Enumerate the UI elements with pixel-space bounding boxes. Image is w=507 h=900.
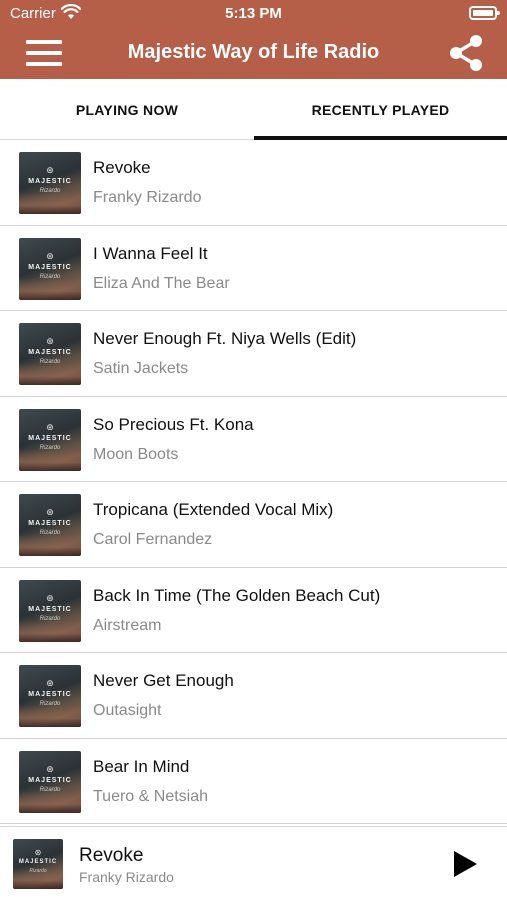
album-artwork: ⊛MAJESTICRizardo xyxy=(13,839,63,889)
track-artist: Eliza And The Bear xyxy=(93,274,230,292)
track-artist: Satin Jackets xyxy=(93,360,189,377)
track-artist: Airstream xyxy=(93,616,162,634)
track-artist: Carol Fernandez xyxy=(93,531,213,548)
tab-recently-played[interactable]: RECENTLY PLAYED xyxy=(254,79,507,140)
battery-icon xyxy=(469,6,500,20)
album-artwork: ⊛MAJESTICRizardo xyxy=(19,152,81,214)
artwork-brand: MAJESTIC xyxy=(28,178,72,185)
now-playing-bar[interactable]: ⊛MAJESTICRizardo Revoke Franky Rizardo xyxy=(0,826,507,900)
artwork-brand: MAJESTIC xyxy=(18,859,58,865)
list-item[interactable]: ⊛ MAJESTIC Rizardo I Wanna Feel It Eliza A… xyxy=(0,225,507,311)
track-title: So Precious Ft. Kona xyxy=(93,414,254,434)
artwork-brand: MAJESTIC xyxy=(28,776,72,784)
track-title: Back In Time (The Golden Beach Cut) xyxy=(93,585,381,605)
status-bar: Carrier 5:13 PM xyxy=(0,0,507,28)
menu-line xyxy=(26,51,62,55)
track-title: Bear In Mind xyxy=(93,756,190,776)
track-title: Revoke xyxy=(93,158,151,177)
tab-bar: PLAYING NOW RECENTLY PLAYED xyxy=(0,79,507,140)
share-icon[interactable] xyxy=(447,34,485,72)
status-time: 5:13 PM xyxy=(225,5,282,22)
list-item[interactable]: ⊛ MAJESTIC Rizardo Back In Time (The Golde… xyxy=(0,567,507,653)
artwork-brand: MAJESTIC xyxy=(28,263,72,271)
play-icon[interactable] xyxy=(452,850,478,878)
app-header: Carrier 5:13 PM Majestic Way of Life Rad… xyxy=(0,0,507,79)
album-artwork: ⊛MAJESTICRizardo xyxy=(19,237,81,300)
album-artwork: ⊛MAJESTICRizardo xyxy=(19,494,81,556)
menu-line xyxy=(26,62,62,66)
artwork-brand: MAJESTIC xyxy=(28,691,72,698)
album-artwork: ⊛MAJESTICRizardo xyxy=(19,408,81,471)
album-artwork: ⊛MAJESTICRizardo xyxy=(19,579,81,642)
tab-playing-now[interactable]: PLAYING NOW xyxy=(0,79,254,140)
list-item[interactable]: ⊛ MAJESTIC Rizardo Never Enough Ft. Niya W… xyxy=(0,311,507,397)
album-artwork: ⊛MAJESTICRizardo xyxy=(19,750,81,813)
artwork-brand: MAJESTIC xyxy=(28,520,72,527)
page-title: Majestic Way of Life Radio xyxy=(127,41,380,63)
track-artist: Tuero & Netsiah xyxy=(93,787,209,805)
artwork-brand: MAJESTIC xyxy=(28,434,72,442)
track-artist: Franky Rizardo xyxy=(93,189,202,206)
list-item[interactable]: ⊛ MAJESTIC Rizardo Tropicana (Extended Voc… xyxy=(0,482,507,568)
track-title: I Wanna Feel It xyxy=(93,243,208,263)
album-artwork: ⊛MAJESTICRizardo xyxy=(19,323,81,385)
track-title: Never Get Enough xyxy=(93,671,234,690)
track-title: Never Enough Ft. Niya Wells (Edit) xyxy=(93,329,357,348)
album-artwork: ⊛MAJESTICRizardo xyxy=(19,665,81,727)
artwork-brand: MAJESTIC xyxy=(28,349,72,356)
track-artist: Moon Boots xyxy=(93,445,179,463)
menu-line xyxy=(26,40,62,44)
track-title: Tropicana (Extended Vocal Mix) xyxy=(93,500,334,519)
list-item[interactable]: ⊛ MAJESTIC Rizardo So Precious Ft. Kona Mo… xyxy=(0,396,507,482)
hamburger-menu-icon[interactable] xyxy=(22,36,66,70)
now-playing-artist: Franky Rizardo xyxy=(79,869,174,885)
artwork-brand: MAJESTIC xyxy=(28,605,72,613)
list-item[interactable]: ⊛ MAJESTIC Rizardo Never Get Enough Outasi… xyxy=(0,653,507,739)
recently-played-list: ⊛ MAJESTIC Rizardo Revoke Franky Rizardo ⊛… xyxy=(0,140,507,826)
track-artist: Outasight xyxy=(93,702,162,719)
list-item[interactable]: ⊛ MAJESTIC Rizardo Bear In Mind Tuero & Ne… xyxy=(0,738,507,824)
now-playing-title: Revoke xyxy=(79,845,144,866)
list-item[interactable]: ⊛ MAJESTIC Rizardo Revoke Franky Rizardo xyxy=(0,140,507,226)
